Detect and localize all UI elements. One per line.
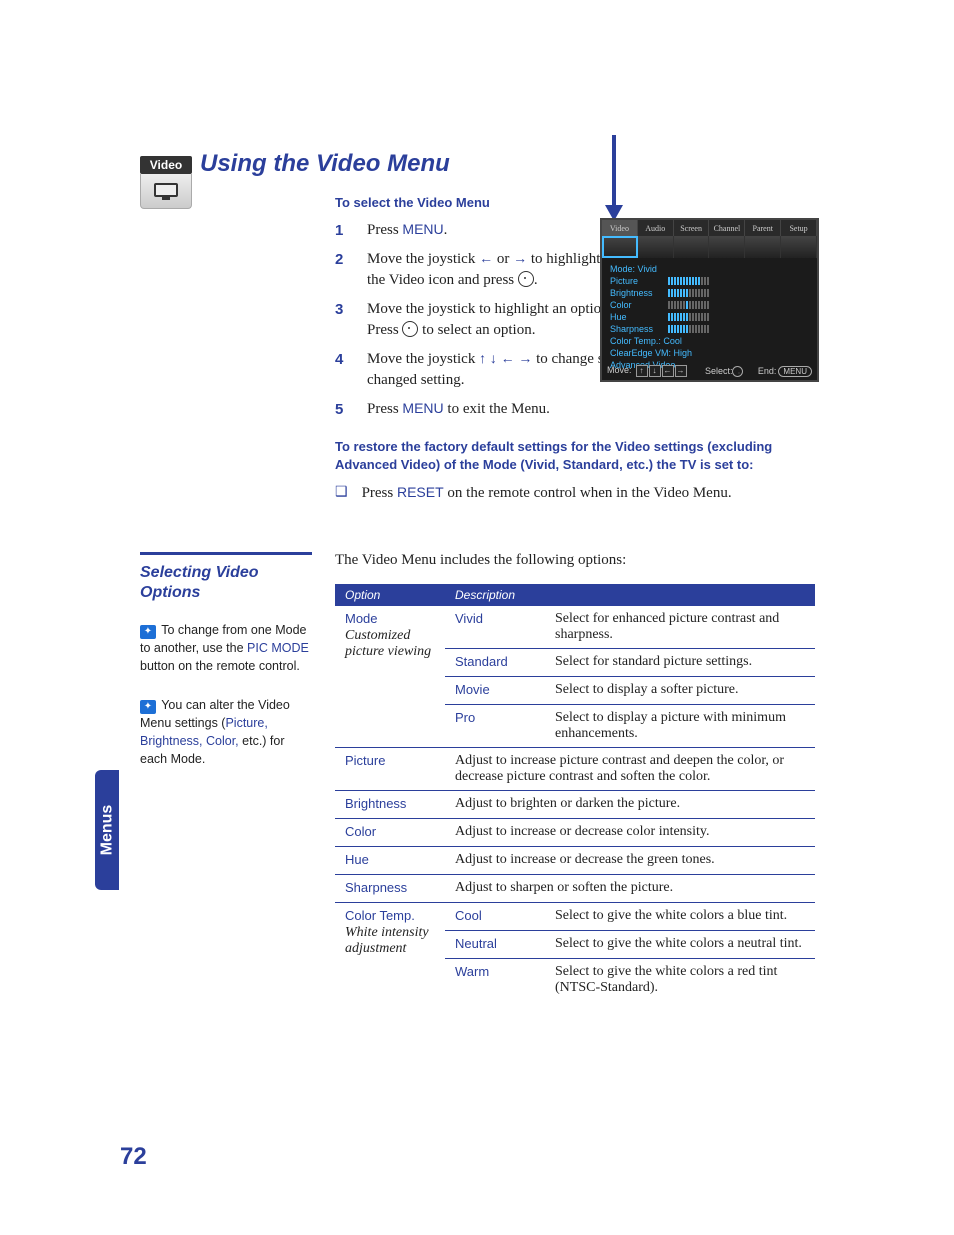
rule-icon: [140, 552, 312, 555]
subhead-select-video: To select the Video Menu: [335, 194, 815, 212]
lightbulb-icon: ✦: [140, 625, 156, 639]
page: Menus Video Using the Video Menu To sele…: [0, 0, 954, 1235]
subhead-restore: To restore the factory default settings …: [335, 438, 815, 474]
arrow-right-icon: →: [518, 352, 532, 367]
osd-tab-row: Video Audio Screen Channel Parent Setup: [602, 220, 817, 236]
table-row: HueAdjust to increase or decrease the gr…: [335, 847, 815, 875]
video-icon-label: Video: [140, 156, 192, 174]
restore-bullet: ❑ Press RESET on the remote control when…: [335, 483, 815, 504]
video-menu-icon: Video: [140, 156, 192, 209]
osd-screenshot: Video Audio Screen Channel Parent Setup …: [600, 218, 819, 382]
th-description: Description: [445, 584, 545, 606]
lightbulb-icon: ✦: [140, 700, 156, 714]
arrow-up-icon: ↑: [479, 352, 486, 367]
table-row: PictureAdjust to increase picture contra…: [335, 748, 815, 791]
arrow-right-icon: →: [513, 252, 527, 267]
th-option: Option: [335, 584, 445, 606]
side-tab-label: Menus: [98, 805, 116, 856]
page-title: Using the Video Menu: [200, 150, 824, 178]
arrow-down-icon: ↓: [490, 352, 497, 367]
joystick-icon: [518, 271, 534, 287]
page-number: 72: [120, 1143, 147, 1171]
table-header-row: Option Description: [335, 584, 815, 606]
arrow-left-icon: ←: [479, 252, 493, 267]
osd-footer: Move:↑↓←→ Select: End:MENU: [607, 365, 812, 377]
bullet-icon: ❑: [335, 483, 348, 504]
step-5: 5 Press MENU to exit the Menu.: [335, 399, 815, 420]
table-intro: The Video Menu includes the following op…: [335, 552, 815, 569]
osd-list: Mode: Vivid Picture Brightness Color Hue…: [602, 258, 817, 376]
table-row: ColorAdjust to increase or decrease colo…: [335, 819, 815, 847]
header: Video Using the Video Menu: [140, 150, 824, 178]
tv-icon: [140, 174, 192, 209]
table-row: ModeCustomized picture viewing Vivid Sel…: [335, 606, 815, 649]
table-row: Color Temp.White intensity adjustment Co…: [335, 903, 815, 931]
section-selecting-video-options: Selecting Video Options ✦ To change from…: [140, 552, 819, 768]
side-heading: Selecting Video Options: [140, 563, 300, 603]
osd-tile-row: [602, 236, 817, 258]
tip-1: ✦ To change from one Mode to another, us…: [140, 621, 315, 676]
table-row: BrightnessAdjust to brighten or darken t…: [335, 791, 815, 819]
tip-2: ✦ You can alter the Video Menu settings …: [140, 696, 315, 769]
options-table: Option Description ModeCustomized pictur…: [335, 584, 815, 1001]
joystick-icon: [402, 321, 418, 337]
arrow-left-icon: ←: [501, 352, 515, 367]
side-tab: Menus: [95, 770, 119, 890]
table-row: SharpnessAdjust to sharpen or soften the…: [335, 875, 815, 903]
